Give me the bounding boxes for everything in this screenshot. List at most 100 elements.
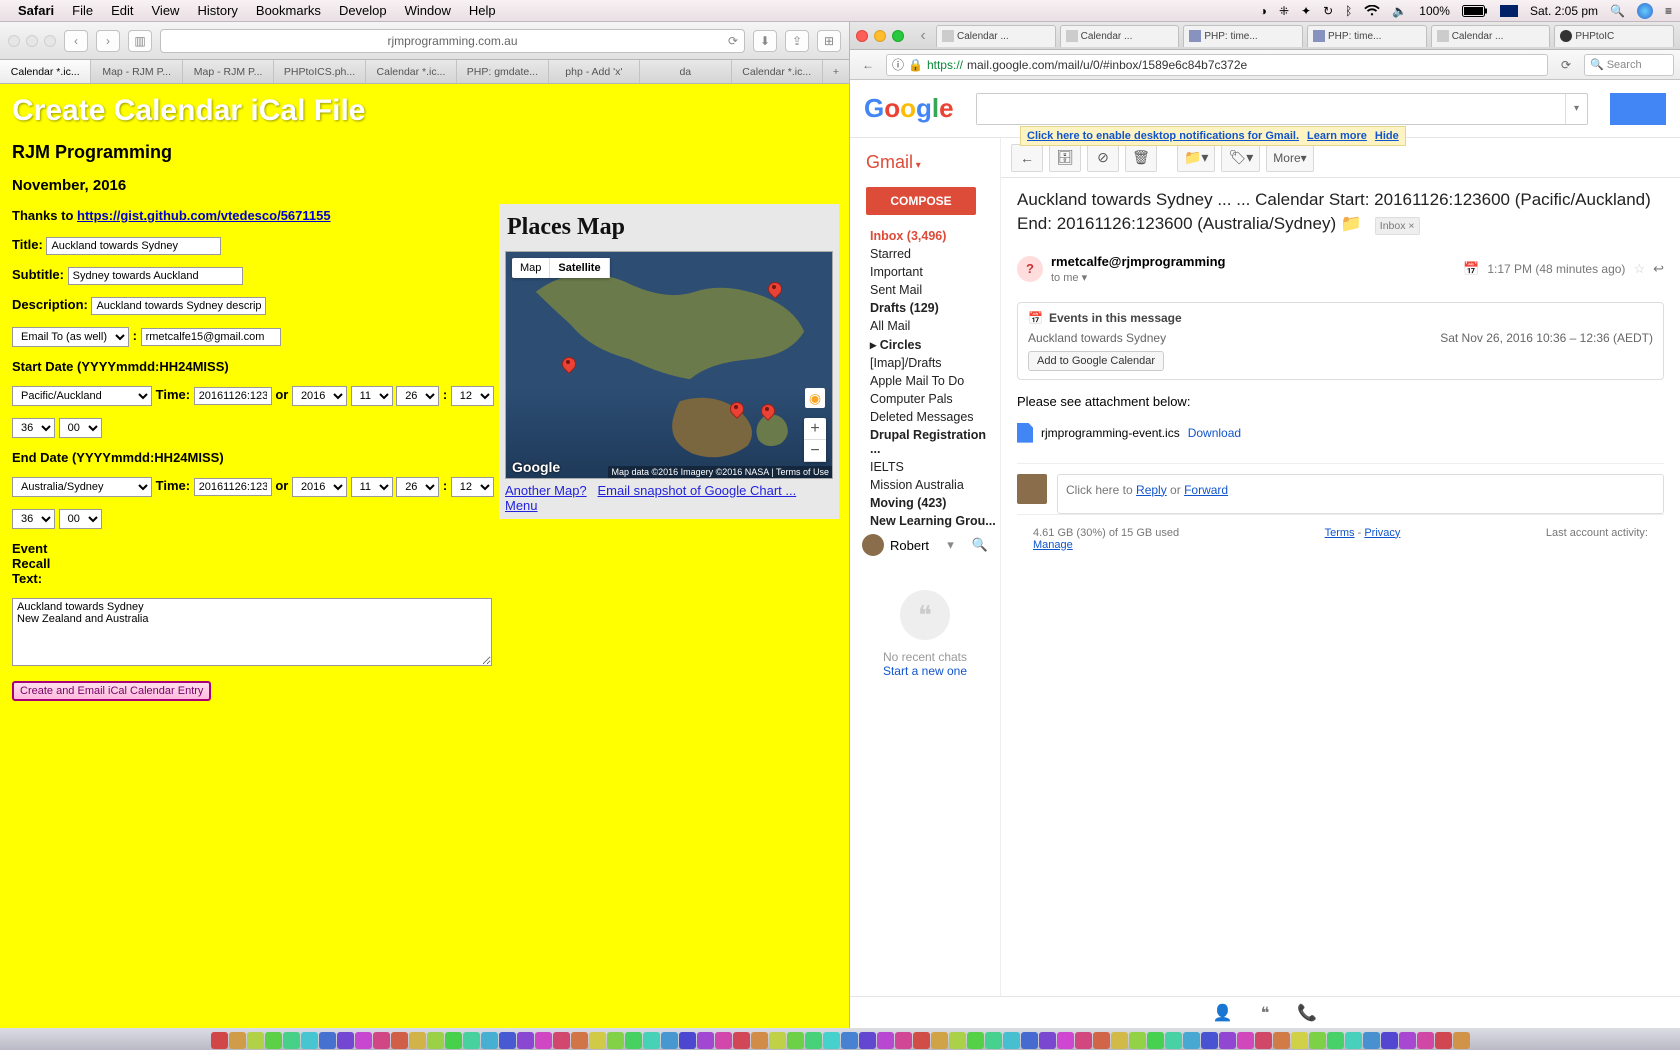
reply-dropdown[interactable]: ↩ — [1653, 261, 1664, 277]
menu-history[interactable]: History — [197, 3, 237, 18]
dock-item[interactable] — [841, 1032, 858, 1049]
search-icon[interactable]: 🔍 — [972, 537, 988, 553]
battery-icon[interactable] — [1462, 5, 1488, 17]
recall-textarea[interactable]: Auckland towards Sydney New Zealand and … — [12, 598, 492, 666]
dock-item[interactable] — [715, 1032, 732, 1049]
info-icon[interactable]: ⓘ — [892, 56, 904, 73]
compose-button[interactable]: COMPOSE — [866, 187, 976, 215]
dock-item[interactable] — [463, 1032, 480, 1049]
dock-item[interactable] — [211, 1032, 228, 1049]
email-mode-select[interactable]: Email To (as well) — [12, 327, 129, 347]
thanks-link[interactable]: https://gist.github.com/vtedesco/5671155 — [77, 208, 331, 223]
star-icon[interactable]: ☆ — [1633, 261, 1645, 277]
back-button[interactable]: ‹ — [64, 30, 88, 52]
end-sec[interactable]: 00 — [59, 509, 102, 529]
reload-icon[interactable]: ⟳ — [728, 34, 738, 48]
add-to-calendar-button[interactable]: Add to Google Calendar — [1028, 351, 1164, 371]
menubar-icon[interactable]: ⁜ — [1279, 4, 1289, 18]
dock-item[interactable] — [607, 1032, 624, 1049]
menubar-app[interactable]: Safari — [18, 3, 54, 18]
menubar-icon[interactable]: ↻ — [1323, 4, 1333, 18]
dock-item[interactable] — [859, 1032, 876, 1049]
map-pin[interactable] — [562, 357, 576, 379]
gmail-search[interactable]: ▾ — [976, 93, 1588, 125]
dock-item[interactable] — [985, 1032, 1002, 1049]
privacy-link[interactable]: Privacy — [1364, 527, 1400, 539]
description-input[interactable] — [91, 297, 266, 315]
start-year[interactable]: 2016 — [292, 386, 347, 406]
chrome-tab[interactable]: Calendar ... — [936, 25, 1056, 47]
map-canvas[interactable]: Map Satellite ◉ +− Google Map data ©2016… — [505, 251, 833, 479]
delete-button[interactable]: 🗑 — [1125, 144, 1157, 172]
safari-tab[interactable]: PHPtoICS.ph... — [274, 60, 365, 83]
email-input[interactable] — [141, 328, 281, 346]
dock-item[interactable] — [373, 1032, 390, 1049]
dock-item[interactable] — [931, 1032, 948, 1049]
safari-tab[interactable]: Calendar *.ic... — [366, 60, 457, 83]
menu-view[interactable]: View — [152, 3, 180, 18]
dock-item[interactable] — [229, 1032, 246, 1049]
dock-item[interactable] — [643, 1032, 660, 1049]
end-hr[interactable]: 12 — [451, 477, 494, 497]
dock-item[interactable] — [1201, 1032, 1218, 1049]
window-controls[interactable] — [8, 35, 56, 47]
end-day[interactable]: 26 — [396, 477, 439, 497]
labels-button[interactable]: 🏷▾ — [1221, 144, 1260, 172]
menubar-icon[interactable]: ✦ — [1301, 4, 1311, 18]
notif-hide-link[interactable]: Hide — [1375, 130, 1399, 142]
flag-icon[interactable] — [1500, 5, 1518, 17]
safari-tab[interactable]: Map - RJM P... — [91, 60, 182, 83]
dock-item[interactable] — [553, 1032, 570, 1049]
reload-button[interactable]: ⟳ — [1554, 54, 1578, 76]
manage-link[interactable]: Manage — [1033, 539, 1073, 551]
submit-button[interactable]: Create and Email iCal Calendar Entry — [12, 681, 211, 701]
map-pin[interactable] — [730, 402, 744, 424]
dock-item[interactable] — [913, 1032, 930, 1049]
dock-item[interactable] — [787, 1032, 804, 1049]
email-snapshot-link[interactable]: Email snapshot of Google Chart ... — [598, 483, 797, 498]
dock-item[interactable] — [1381, 1032, 1398, 1049]
label-important[interactable]: Important — [854, 263, 996, 281]
dock-item[interactable] — [1003, 1032, 1020, 1049]
dock-item[interactable] — [1237, 1032, 1254, 1049]
dock-item[interactable] — [1039, 1032, 1056, 1049]
title-input[interactable] — [46, 237, 221, 255]
back-button[interactable]: ← — [856, 54, 880, 76]
dock-item[interactable] — [445, 1032, 462, 1049]
downloads-button[interactable]: ⬇ — [753, 30, 777, 52]
dock-item[interactable] — [337, 1032, 354, 1049]
dock-item[interactable] — [265, 1032, 282, 1049]
omnibox-search[interactable]: 🔍Search — [1584, 54, 1674, 76]
notif-learn-link[interactable]: Learn more — [1307, 130, 1367, 142]
dock-item[interactable] — [1021, 1032, 1038, 1049]
label-item[interactable]: [Imap]/Drafts — [854, 354, 996, 372]
map-type-toggle[interactable]: Map Satellite — [512, 258, 610, 278]
map-pin[interactable] — [768, 282, 782, 304]
menu-link[interactable]: Menu — [505, 498, 538, 513]
dock-item[interactable] — [751, 1032, 768, 1049]
search-options-dropdown[interactable]: ▾ — [1565, 94, 1587, 124]
more-button[interactable]: More ▾ — [1266, 144, 1313, 172]
menu-window[interactable]: Window — [405, 3, 451, 18]
details-dropdown[interactable]: ▾ — [1082, 272, 1088, 284]
safari-tab[interactable]: PHP: gmdate... — [457, 60, 548, 83]
back-to-inbox-button[interactable]: ← — [1011, 144, 1043, 172]
tab-overflow-left[interactable]: ‹ — [914, 27, 932, 45]
dock-item[interactable] — [1363, 1032, 1380, 1049]
dock-item[interactable] — [589, 1032, 606, 1049]
dock-item[interactable] — [427, 1032, 444, 1049]
chrome-tab[interactable]: Calendar ... — [1060, 25, 1180, 47]
label-starred[interactable]: Starred — [854, 245, 996, 263]
dock-item[interactable] — [409, 1032, 426, 1049]
dock-item[interactable] — [1453, 1032, 1470, 1049]
label-sent[interactable]: Sent Mail — [854, 281, 996, 299]
dock-item[interactable] — [1057, 1032, 1074, 1049]
dock-item[interactable] — [499, 1032, 516, 1049]
dock-item[interactable] — [805, 1032, 822, 1049]
dock-item[interactable] — [1165, 1032, 1182, 1049]
dock-item[interactable] — [355, 1032, 372, 1049]
label-item[interactable]: Apple Mail To Do — [854, 372, 996, 390]
menu-edit[interactable]: Edit — [111, 3, 133, 18]
dock-item[interactable] — [895, 1032, 912, 1049]
reply-link[interactable]: Reply — [1136, 483, 1167, 497]
